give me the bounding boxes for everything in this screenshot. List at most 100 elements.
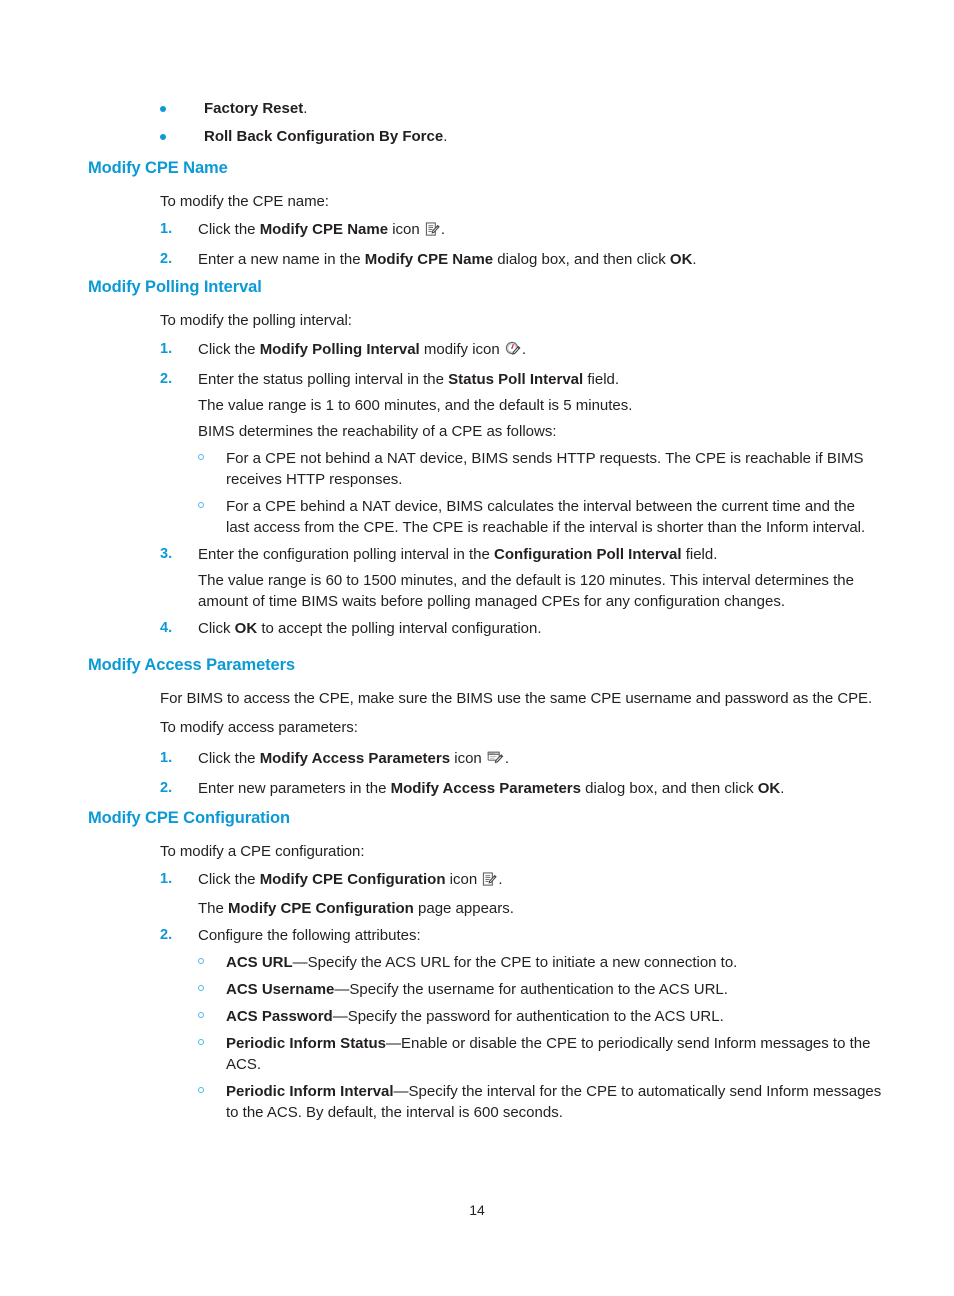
sub-bullet-circle-icon [198, 1012, 204, 1018]
document-page: Factory Reset. Roll Back Configuration B… [0, 0, 954, 1296]
step-text-bold: Modify CPE Configuration [259, 871, 446, 888]
sub-list-item-text: For a CPE behind a NAT device, BIMS calc… [226, 498, 866, 536]
sub-bullet-list: For a CPE not behind a NAT device, BIMS … [198, 448, 880, 538]
step-text-post: dialog box, and then click [493, 251, 670, 268]
step-text-pre: Enter the status polling interval in the [198, 371, 449, 388]
step-text-bold: Status Poll Interval [448, 371, 584, 388]
step-item: 2. Configure the following attributes: AC… [160, 925, 890, 1123]
document-pencil-icon [425, 222, 440, 243]
dialog-pencil-icon [487, 750, 504, 772]
attribute-term: Periodic Inform Interval [226, 1083, 394, 1100]
step-note-pre: The [198, 900, 229, 917]
sub-list-item: ACS URL—Specify the ACS URL for the CPE … [198, 952, 890, 973]
step-text-tail: . [780, 780, 785, 797]
step-note: The Modify CPE Configuration page appear… [198, 898, 890, 919]
sub-bullet-circle-icon [198, 454, 204, 460]
step-number: 2. [160, 251, 173, 267]
intro-modify-cpe-name: To modify the CPE name: [160, 193, 329, 210]
attribute-desc: Specify the username for authentication … [349, 981, 728, 998]
step-text-tail: . [498, 871, 503, 888]
top-bullet-list: Factory Reset. Roll Back Configuration B… [160, 98, 880, 154]
step-item: 2. Enter the status polling interval in t… [160, 369, 880, 538]
sub-list-item: For a CPE behind a NAT device, BIMS calc… [198, 496, 880, 538]
heading-modify-polling-interval: Modify Polling Interval [88, 278, 262, 296]
step-text-post: icon [450, 750, 486, 767]
step-text-bold2: OK [669, 251, 693, 268]
step-text-pre: Enter a new name in the [198, 251, 365, 268]
sub-bullet-circle-icon [198, 1087, 204, 1093]
step-text-pre: Click the [198, 750, 260, 767]
steps-modify-cpe-name: 1. Click the Modify CPE Name icon . 2. Ent… [160, 219, 890, 276]
attribute-term: ACS Username [226, 981, 335, 998]
step-item: 2. Enter new parameters in the Modify Acc… [160, 778, 890, 799]
step-item: 4. Click OK to accept the polling interva… [160, 618, 880, 639]
step-number: 1. [160, 221, 173, 237]
step-note-post: page appears. [413, 900, 514, 917]
bullet-dot-icon [160, 134, 166, 140]
step-number: 4. [160, 620, 173, 636]
step-text-post: icon [388, 221, 424, 238]
attribute-list: ACS URL—Specify the ACS URL for the CPE … [198, 952, 890, 1123]
step-number: 2. [160, 371, 173, 387]
heading-modify-cpe-name: Modify CPE Name [88, 159, 228, 177]
list-item: Factory Reset. [160, 98, 880, 119]
step-item: 1. Click the Modify Polling Interval modi… [160, 339, 880, 363]
step-text-pre: Click the [198, 341, 260, 358]
step-note-bold: Modify CPE Configuration [228, 900, 414, 917]
step-text-tail: . [504, 750, 510, 767]
sub-list-item: Periodic Inform Status—Enable or disable… [198, 1033, 890, 1075]
attribute-dash: — [292, 954, 308, 971]
document-pencil-icon [482, 872, 498, 893]
step-item: 1. Click the Modify CPE Name icon . [160, 219, 890, 243]
step-text-pre: Configure the following attributes: [198, 927, 421, 944]
steps-modify-cpe-configuration: 1. Click the Modify CPE Configuration ico… [160, 869, 890, 1129]
step-text-bold: Modify CPE Name [364, 251, 494, 268]
sub-list-item: ACS Username—Specify the username for au… [198, 979, 890, 1000]
attribute-dash: — [386, 1035, 402, 1052]
attribute-desc: Specify the ACS URL for the CPE to initi… [307, 954, 738, 971]
step-text-post: field. [681, 546, 718, 563]
sub-bullet-circle-icon [198, 958, 204, 964]
step-number: 1. [160, 750, 173, 766]
sub-list-item: For a CPE not behind a NAT device, BIMS … [198, 448, 880, 490]
step-number: 1. [160, 871, 173, 887]
attribute-term: Periodic Inform Status [226, 1035, 387, 1052]
step-number: 3. [160, 546, 173, 562]
step-number: 1. [160, 341, 173, 357]
steps-modify-polling-interval: 1. Click the Modify Polling Interval modi… [160, 339, 880, 645]
step-text-tail: . [440, 221, 446, 238]
step-note: The value range is 60 to 1500 minutes, a… [198, 572, 854, 610]
step-text-bold: OK [234, 620, 258, 637]
step-text-pre: Click [198, 620, 235, 637]
attribute-desc: Specify the password for authentication … [347, 1008, 724, 1025]
list-item-term: Factory Reset [204, 100, 304, 117]
attribute-term: ACS URL [226, 954, 293, 971]
step-item: 1. Click the Modify CPE Configuration ico… [160, 869, 890, 919]
list-item: Roll Back Configuration By Force. [160, 126, 880, 147]
sub-bullet-circle-icon [198, 985, 204, 991]
step-text-bold: Modify Polling Interval [259, 341, 420, 358]
intro-modify-cpe-configuration: To modify a CPE configuration: [160, 843, 365, 860]
step-text-bold: Modify CPE Name [259, 221, 389, 238]
sub-list-item-text: For a CPE not behind a NAT device, BIMS … [226, 450, 864, 488]
step-text-tail: . [692, 251, 697, 268]
step-number: 2. [160, 780, 173, 796]
attribute-dash: — [334, 981, 350, 998]
sub-list-item: ACS Password—Specify the password for au… [198, 1006, 890, 1027]
step-text-bold2: OK [757, 780, 781, 797]
heading-modify-access-parameters: Modify Access Parameters [88, 656, 296, 674]
step-number: 2. [160, 927, 173, 943]
step-note: The value range is 1 to 600 minutes, and… [198, 397, 633, 414]
sub-list-item: Periodic Inform Interval—Specify the int… [198, 1081, 890, 1123]
list-item-tail: . [303, 100, 308, 117]
step-item: 1. Click the Modify Access Parameters ico… [160, 748, 890, 772]
sub-bullet-circle-icon [198, 502, 204, 508]
attribute-term: ACS Password [226, 1008, 333, 1025]
clock-pencil-icon [505, 341, 521, 363]
page-number: 14 [469, 1202, 485, 1218]
lead-modify-access-parameters: For BIMS to access the CPE, make sure th… [160, 690, 873, 707]
step-text-post: modify icon [419, 341, 504, 358]
step-text-pre: Click the [198, 221, 260, 238]
step-text-pre: Enter new parameters in the [198, 780, 391, 797]
step-text-post: dialog box, and then click [580, 780, 758, 797]
